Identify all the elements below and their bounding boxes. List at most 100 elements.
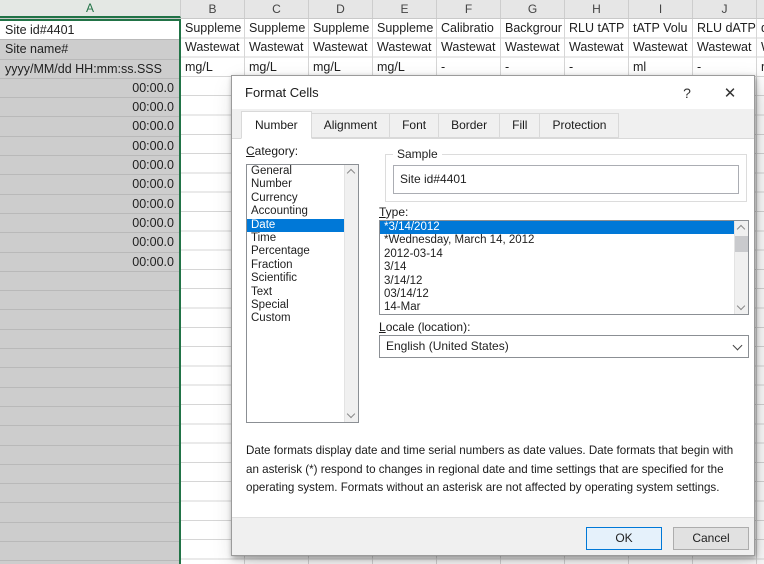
column-header[interactable]: F <box>437 0 501 18</box>
sheet-cell[interactable]: - <box>693 58 757 77</box>
column-a-cell[interactable] <box>0 446 179 465</box>
cancel-button[interactable]: Cancel <box>673 527 749 550</box>
category-listbox[interactable]: General Number Currency Accounting Date Time P… <box>246 164 359 423</box>
column-header[interactable]: A <box>0 0 181 18</box>
chevron-down-icon[interactable] <box>346 409 356 419</box>
column-a-cell[interactable] <box>0 368 179 388</box>
category-item[interactable]: Custom <box>247 312 358 325</box>
ok-button[interactable]: OK <box>586 527 662 550</box>
dialog-tab[interactable]: Number <box>241 111 312 139</box>
sheet-cell[interactable]: Wastewat <box>309 38 373 57</box>
category-item[interactable]: Scientific <box>247 272 358 285</box>
column-a-cell[interactable] <box>0 272 179 292</box>
dialog-tab[interactable]: Alignment <box>310 113 391 138</box>
column-a-cell[interactable]: 00:00.0 <box>0 195 179 214</box>
category-item[interactable]: Text <box>247 286 358 299</box>
column-header[interactable]: E <box>373 0 437 18</box>
sheet-cell[interactable]: RLU tATP <box>565 19 629 38</box>
column-a-cell[interactable] <box>0 542 179 562</box>
category-item[interactable]: Fraction <box>247 259 358 272</box>
type-item[interactable]: 14-Mar <box>380 301 748 314</box>
sheet-cell[interactable]: m <box>757 58 764 77</box>
scrollbar-thumb[interactable] <box>735 236 748 252</box>
sheet-cell[interactable]: Wastewat <box>501 38 565 57</box>
column-a-cell[interactable] <box>0 503 179 523</box>
column-header-partial[interactable] <box>757 0 764 19</box>
sheet-cell[interactable]: Backgrour <box>501 19 565 38</box>
category-item[interactable]: Accounting <box>247 205 358 218</box>
column-a-cell[interactable]: 00:00.0 <box>0 137 179 157</box>
sheet-cell[interactable]: mg/L <box>373 58 437 77</box>
dialog-tab[interactable]: Fill <box>499 113 541 138</box>
column-a-cell[interactable]: 00:00.0 <box>0 98 179 118</box>
column-header[interactable]: G <box>501 0 565 18</box>
type-item[interactable]: *3/14/2012 <box>380 221 748 235</box>
close-icon[interactable]: ✕ <box>706 76 754 109</box>
sheet-cell[interactable]: d <box>757 19 764 38</box>
column-a-cell[interactable] <box>0 426 179 446</box>
sheet-cell[interactable]: ml <box>629 58 693 77</box>
column-a-cell[interactable]: 00:00.0 <box>0 117 179 137</box>
column-header[interactable]: C <box>245 0 309 18</box>
category-item[interactable]: Percentage <box>247 245 358 258</box>
selected-column-a[interactable]: Site id#4401 Site name# yyyy/MM/dd HH:mm:s… <box>0 19 181 564</box>
sheet-cell[interactable]: Wastewat <box>629 38 693 57</box>
sheet-cell[interactable]: mg/L <box>181 58 245 77</box>
sheet-cell[interactable]: tATP Volu <box>629 19 693 38</box>
column-a-cell[interactable] <box>0 407 179 427</box>
sheet-cell[interactable]: Wastewat <box>565 38 629 57</box>
sheet-cell[interactable]: - <box>565 58 629 77</box>
type-item[interactable]: *Wednesday, March 14, 2012 <box>380 234 748 247</box>
column-a-cell[interactable]: 00:00.0 <box>0 214 179 234</box>
type-item[interactable]: 03/14/12 <box>380 288 748 301</box>
sheet-cell[interactable]: Wastewat <box>437 38 501 57</box>
column-a-cell[interactable] <box>0 465 179 485</box>
sheet-cell[interactable]: Wastewat <box>373 38 437 57</box>
column-a-cell[interactable]: Site name# <box>0 40 179 60</box>
column-header[interactable]: I <box>629 0 693 18</box>
column-a-cell[interactable]: Site id#4401 <box>0 21 179 41</box>
chevron-down-icon[interactable] <box>736 301 746 311</box>
column-a-cell[interactable]: 00:00.0 <box>0 156 179 176</box>
column-a-cell[interactable] <box>0 523 179 543</box>
column-a-cell[interactable] <box>0 330 179 350</box>
sheet-cell[interactable]: - <box>501 58 565 77</box>
chevron-up-icon[interactable] <box>346 168 356 178</box>
sheet-cell[interactable]: W <box>757 38 764 57</box>
type-scrollbar[interactable] <box>734 221 748 314</box>
sheet-cell[interactable]: mg/L <box>245 58 309 77</box>
column-a-cell[interactable] <box>0 310 179 330</box>
locale-dropdown[interactable]: English (United States) <box>379 335 749 358</box>
sheet-cell[interactable]: Calibratio <box>437 19 501 38</box>
column-a-cell[interactable] <box>0 349 179 369</box>
sheet-cell[interactable]: - <box>437 58 501 77</box>
category-item[interactable]: Special <box>247 299 358 312</box>
category-item[interactable]: Number <box>247 178 358 191</box>
help-icon[interactable]: ? <box>668 76 706 109</box>
dialog-tab[interactable]: Border <box>438 113 501 138</box>
sheet-cell[interactable]: Suppleme <box>373 19 437 38</box>
column-a-cell[interactable]: 00:00.0 <box>0 233 179 253</box>
column-a-cell[interactable]: 00:00.0 <box>0 253 179 272</box>
type-item[interactable]: 3/14 <box>380 261 748 274</box>
chevron-up-icon[interactable] <box>736 224 746 234</box>
sheet-cell[interactable]: Wastewat <box>181 38 245 57</box>
category-item[interactable]: Date <box>247 218 358 232</box>
column-a-cell[interactable]: yyyy/MM/dd HH:mm:ss.SSS <box>0 60 179 79</box>
type-listbox[interactable]: *3/14/2012 *Wednesday, March 14, 2012 2012… <box>379 220 749 315</box>
column-header[interactable]: B <box>181 0 245 18</box>
column-a-cell[interactable]: 00:00.0 <box>0 79 179 99</box>
type-item[interactable]: 3/14/12 <box>380 275 748 288</box>
category-scrollbar[interactable] <box>344 165 358 422</box>
sheet-cell[interactable]: mg/L <box>309 58 373 77</box>
sheet-cell[interactable]: Wastewat <box>693 38 757 57</box>
sheet-cell[interactable]: Suppleme <box>245 19 309 38</box>
column-header[interactable]: J <box>693 0 757 18</box>
column-header[interactable]: D <box>309 0 373 18</box>
dialog-tab[interactable]: Font <box>389 113 440 138</box>
column-a-cell[interactable] <box>0 484 179 504</box>
column-a-cell[interactable]: 00:00.0 <box>0 175 179 195</box>
column-a-cell[interactable] <box>0 291 179 311</box>
dialog-tab[interactable]: Protection <box>539 113 620 138</box>
sheet-cell[interactable]: RLU dATP <box>693 19 757 38</box>
